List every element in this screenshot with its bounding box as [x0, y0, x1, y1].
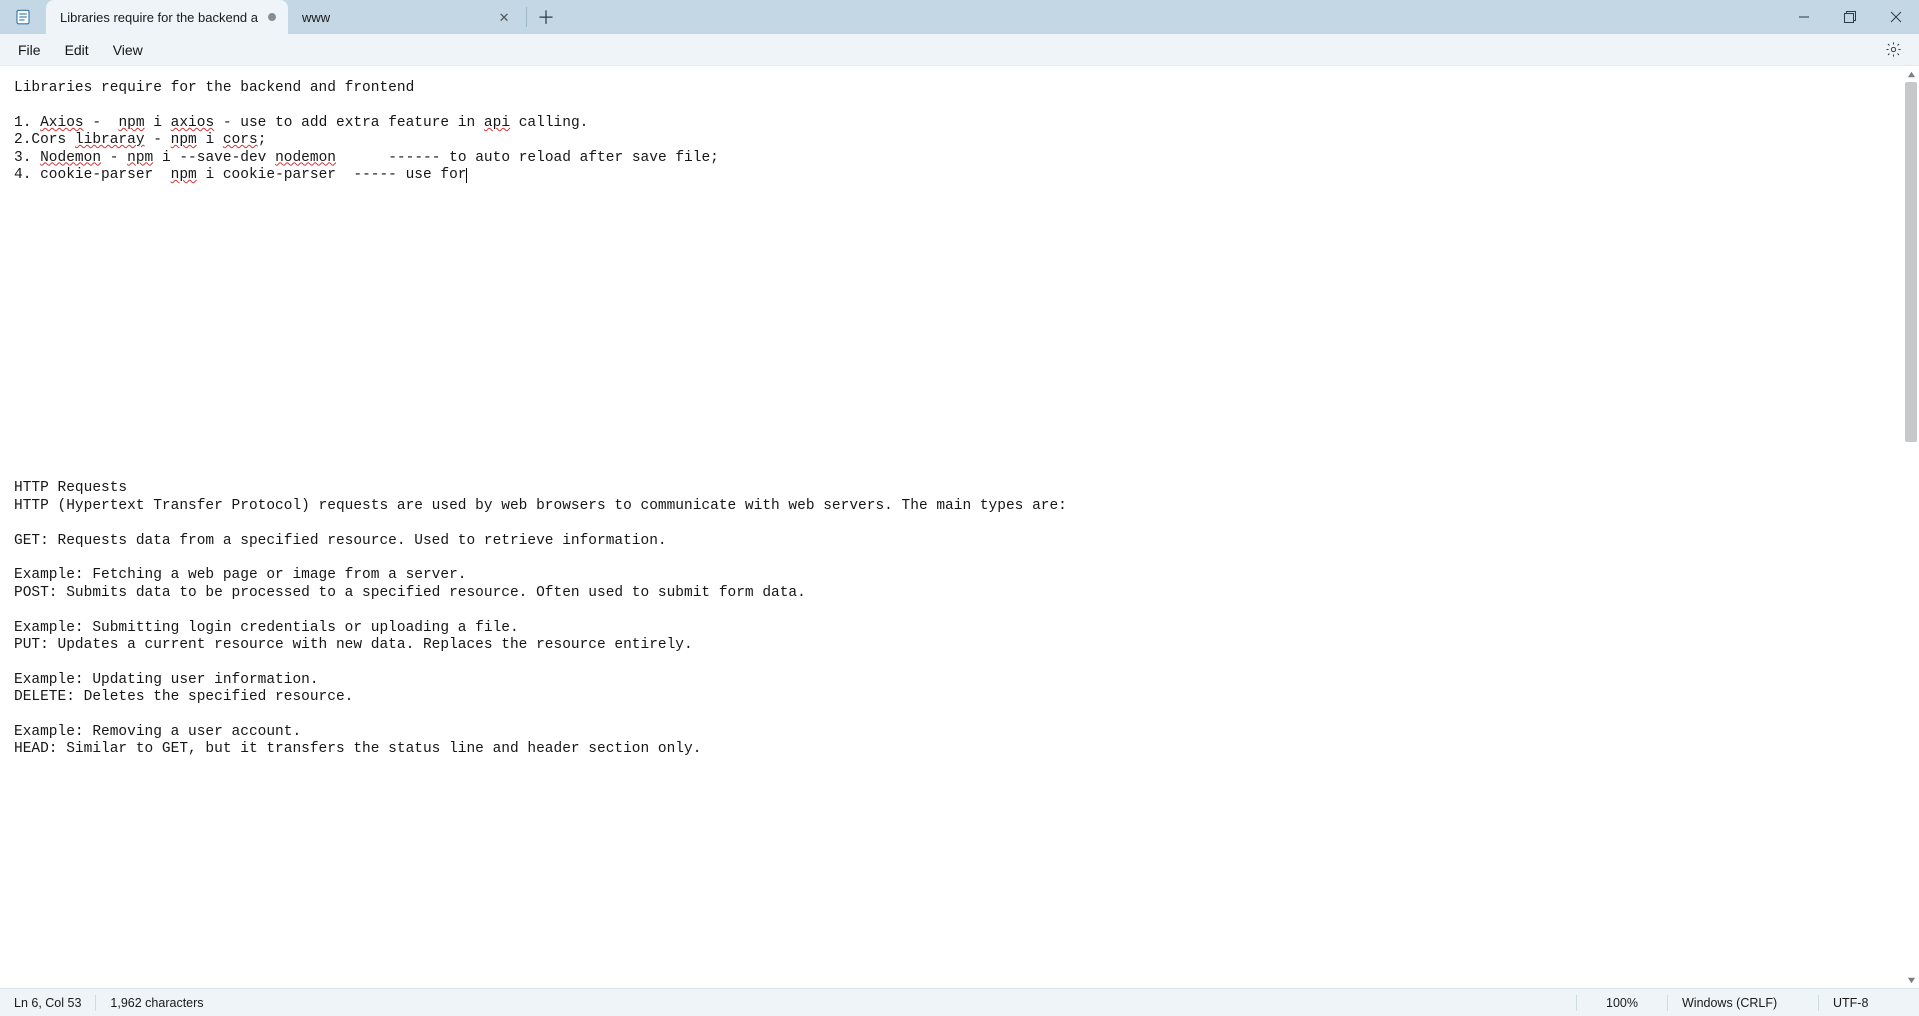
menu-view[interactable]: View	[101, 38, 155, 62]
text-line: PUT: Updates a current resource with new…	[14, 637, 693, 653]
text-line: HTTP Requests	[14, 480, 127, 496]
scroll-up-icon[interactable]	[1903, 66, 1919, 82]
text-line: GET: Requests data from a specified reso…	[14, 533, 667, 549]
statusbar: Ln 6, Col 53 1,962 characters 100% Windo…	[0, 988, 1919, 1016]
text-line: 1. Axios - npm i axios - use to add extr…	[14, 115, 588, 131]
tab-label: www	[302, 10, 486, 25]
status-line-ending[interactable]: Windows (CRLF)	[1668, 989, 1818, 1016]
titlebar: Libraries require for the backend a www …	[0, 0, 1919, 34]
text-line: 2.Cors libraray - npm i cors;	[14, 132, 266, 148]
text-line: Example: Updating user information.	[14, 672, 319, 688]
minimize-button[interactable]	[1781, 0, 1827, 34]
text-caret	[466, 168, 467, 183]
settings-button[interactable]	[1879, 36, 1907, 64]
text-line: 4. cookie-parser npm i cookie-parser ---…	[14, 167, 467, 183]
vertical-scrollbar[interactable]	[1903, 66, 1919, 988]
text-line: Example: Submitting login credentials or…	[14, 620, 519, 636]
text-line: Example: Removing a user account.	[14, 724, 301, 740]
text-line: DELETE: Deletes the specified resource.	[14, 689, 353, 705]
scroll-down-icon[interactable]	[1903, 972, 1919, 988]
tab-libraries[interactable]: Libraries require for the backend a	[46, 0, 288, 34]
text-line: HEAD: Similar to GET, but it transfers t…	[14, 741, 701, 757]
tab-www[interactable]: www ✕	[288, 0, 524, 34]
editor-content[interactable]: Libraries require for the backend and fr…	[0, 66, 1919, 773]
menu-edit[interactable]: Edit	[53, 38, 101, 62]
status-encoding[interactable]: UTF-8	[1819, 989, 1919, 1016]
status-cursor-position[interactable]: Ln 6, Col 53	[0, 989, 95, 1016]
text-line: HTTP (Hypertext Transfer Protocol) reque…	[14, 498, 1067, 514]
scrollbar-track[interactable]	[1903, 82, 1919, 972]
menubar: File Edit View	[0, 34, 1919, 66]
scrollbar-thumb[interactable]	[1905, 82, 1917, 442]
text-line: Example: Fetching a web page or image fr…	[14, 567, 466, 583]
tab-separator	[526, 7, 527, 27]
editor-area[interactable]: Libraries require for the backend and fr…	[0, 66, 1919, 988]
text-line: 3. Nodemon - npm i --save-dev nodemon --…	[14, 150, 719, 166]
maximize-button[interactable]	[1827, 0, 1873, 34]
window-controls	[1781, 0, 1919, 34]
status-char-count: 1,962 characters	[96, 989, 217, 1016]
dirty-dot-icon	[268, 13, 276, 21]
close-icon[interactable]: ✕	[496, 9, 512, 25]
menu-file[interactable]: File	[6, 38, 53, 62]
close-window-button[interactable]	[1873, 0, 1919, 34]
tab-label: Libraries require for the backend a	[60, 10, 258, 25]
gear-icon	[1885, 41, 1902, 58]
text-line: Libraries require for the backend and fr…	[14, 80, 414, 96]
new-tab-button[interactable]: ＋	[529, 0, 563, 34]
notepad-app-icon	[0, 0, 46, 34]
text-line: POST: Submits data to be processed to a …	[14, 585, 806, 601]
status-zoom[interactable]: 100%	[1577, 989, 1667, 1016]
